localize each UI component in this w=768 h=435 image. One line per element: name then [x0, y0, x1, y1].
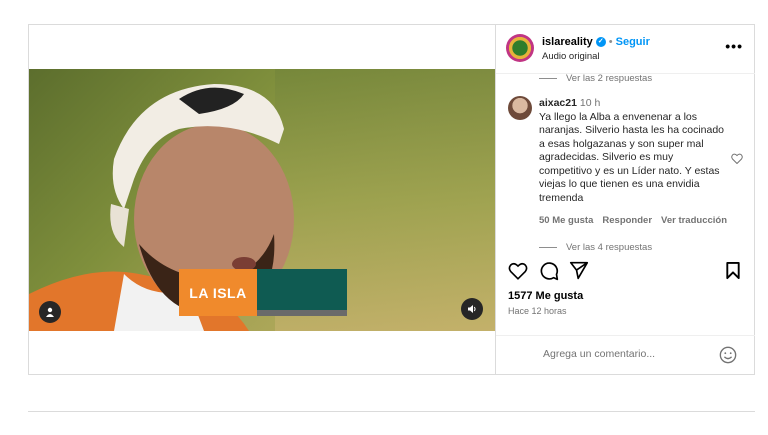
save-bookmark-icon[interactable]	[725, 261, 741, 280]
follow-button[interactable]: Seguir	[616, 36, 650, 48]
post-likes-count[interactable]: 1577 Me gusta	[508, 290, 583, 302]
more-options-icon[interactable]: •••	[725, 38, 743, 54]
emoji-icon[interactable]	[719, 346, 737, 364]
page-divider	[28, 411, 755, 412]
post-card: LA ISLA islareality ✓ • Seguir Audio origin…	[28, 24, 755, 375]
add-comment-bar: Agrega un comentario...	[496, 335, 755, 375]
account-username[interactable]: islareality	[542, 36, 593, 48]
comment-meta: 50 Me gusta Responder Ver traducción	[539, 215, 736, 226]
view-replies-top[interactable]: Ver las 2 respuestas	[539, 73, 652, 84]
comment-like-heart-icon[interactable]	[731, 153, 743, 164]
comment-body: aixac21 10 h Ya llego la Alba a envenena…	[539, 97, 725, 205]
logo-bar	[257, 310, 347, 316]
like-heart-icon[interactable]	[508, 262, 528, 280]
video-player[interactable]: LA ISLA	[29, 69, 495, 331]
reply-line-icon	[539, 246, 557, 248]
reply-button[interactable]: Responder	[602, 215, 652, 226]
show-logo-text: LA ISLA	[179, 269, 257, 316]
reply-line-icon	[539, 77, 557, 79]
commenter-username[interactable]: aixac21	[539, 97, 577, 109]
view-replies-bottom-label: Ver las 4 respuestas	[566, 242, 653, 253]
user-tags-button[interactable]	[39, 301, 61, 323]
account-avatar[interactable]	[506, 34, 534, 62]
comment-likes[interactable]: 50 Me gusta	[539, 215, 593, 226]
post-actions	[496, 257, 755, 287]
comment-text: Ya llego la Alba a envenenar a los naran…	[539, 110, 725, 204]
commenter-avatar[interactable]	[508, 96, 532, 120]
share-paper-plane-icon[interactable]	[569, 261, 589, 280]
logo-teal-block	[257, 269, 347, 316]
separator-dot: •	[608, 36, 613, 48]
speaker-icon	[468, 305, 476, 313]
comment-time: 10 h	[579, 97, 601, 109]
see-translation-button[interactable]: Ver traducción	[661, 215, 727, 226]
audio-label[interactable]: Audio original	[542, 51, 600, 62]
mute-button[interactable]	[461, 298, 483, 320]
view-replies-top-label: Ver las 2 respuestas	[566, 73, 653, 84]
account-line: islareality ✓ • Seguir	[542, 36, 650, 48]
add-comment-input[interactable]: Agrega un comentario...	[543, 348, 655, 360]
view-replies-bottom[interactable]: Ver las 4 respuestas	[539, 242, 652, 253]
post-time[interactable]: Hace 12 horas	[508, 306, 567, 316]
verified-badge-icon: ✓	[595, 37, 606, 48]
post-header: islareality ✓ • Seguir Audio original •••	[496, 25, 755, 74]
comment-bubble-icon[interactable]	[539, 261, 559, 281]
person-icon	[46, 307, 54, 317]
post-sidebar: islareality ✓ • Seguir Audio original ••• V…	[495, 25, 755, 374]
logo-overlay: LA ISLA	[179, 269, 347, 316]
